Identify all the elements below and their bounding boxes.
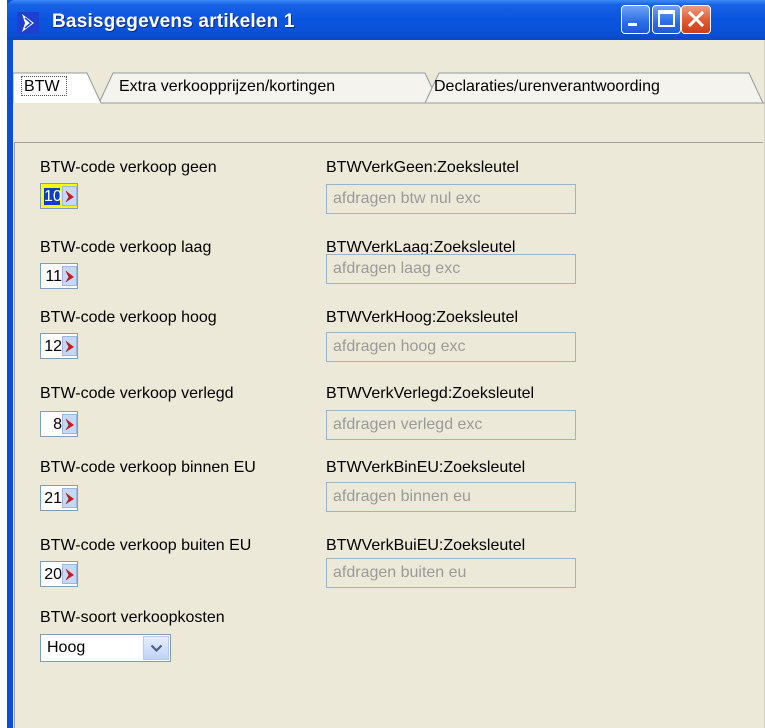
dialog-client-area: BTW Extra verkoopprijzen/kortingen Decla…	[13, 40, 765, 728]
code-value: 21	[44, 490, 62, 507]
btw-verkoop-binnen-eu-code-input[interactable]: 21	[40, 485, 78, 511]
code-value: 20	[44, 566, 62, 583]
description-value: afdragen btw nul exc	[333, 190, 481, 207]
label-btw-verkoop-hoog: BTW-code verkoop hoog	[40, 309, 217, 326]
maximize-icon	[658, 10, 675, 27]
lookup-button[interactable]	[62, 186, 77, 206]
description-value: afdragen binnen eu	[333, 488, 471, 505]
description-value: afdragen laag exc	[333, 260, 461, 277]
btw-verkoop-buiten-eu-code-input[interactable]: 20	[40, 561, 78, 587]
code-value: 12	[44, 338, 62, 355]
lookup-arrow-icon	[65, 340, 74, 353]
window-title: Basisgegevens artikelen 1	[52, 11, 295, 32]
title-bar[interactable]: Basisgegevens artikelen 1	[7, 0, 765, 40]
description-value: afdragen verlegd exc	[333, 416, 483, 433]
lookup-button[interactable]	[62, 564, 77, 584]
btw-verkgeen-description: afdragen btw nul exc	[326, 184, 576, 214]
btw-verkoop-verlegd-code-input[interactable]: 8	[40, 411, 78, 437]
lookup-arrow-icon	[65, 270, 74, 283]
btw-verkoop-geen-code-input[interactable]: 10	[40, 183, 78, 209]
label-btw-verkoop-buiten-eu: BTW-code verkoop buiten EU	[40, 537, 252, 554]
lookup-button[interactable]	[62, 336, 77, 356]
description-value: afdragen hoog exc	[333, 338, 466, 355]
btw-verkverlegd-description: afdragen verlegd exc	[326, 410, 576, 440]
minimize-icon	[628, 23, 637, 26]
btw-verkoop-hoog-code-input[interactable]: 12	[40, 333, 78, 359]
label-btw-verkgeen-zoeksleutel: BTWVerkGeen:Zoeksleutel	[326, 159, 519, 176]
label-btw-verkverlegd-zoeksleutel: BTWVerkVerlegd:Zoeksleutel	[326, 385, 535, 402]
lookup-arrow-icon	[65, 568, 74, 581]
tab-focus-indicator	[21, 76, 67, 96]
maximize-button[interactable]	[652, 5, 681, 34]
chevron-down-icon	[150, 644, 163, 653]
label-btw-verkhoog-zoeksleutel: BTWVerkHoog:Zoeksleutel	[326, 309, 519, 326]
app-icon[interactable]	[17, 12, 39, 34]
dropdown-button[interactable]	[143, 636, 169, 660]
btw-verklaag-description: afdragen laag exc	[326, 254, 576, 284]
code-value: 8	[53, 416, 62, 433]
lookup-button[interactable]	[62, 488, 77, 508]
code-value: 10	[44, 188, 62, 205]
lookup-arrow-icon	[65, 492, 74, 505]
tab-extra-verkoopprijzen[interactable]: Extra verkoopprijzen/kortingen	[119, 78, 335, 96]
close-icon	[687, 10, 705, 28]
lookup-button[interactable]	[62, 414, 77, 434]
label-btw-verkoop-binnen-eu: BTW-code verkoop binnen EU	[40, 459, 256, 476]
btw-soort-verkoopkosten-select[interactable]: Hoog	[40, 634, 171, 662]
close-button[interactable]	[681, 5, 711, 34]
label-btw-verkoop-verlegd: BTW-code verkoop verlegd	[40, 385, 234, 402]
select-value: Hoog	[47, 639, 86, 656]
tab-declaraties[interactable]: Declaraties/urenverantwoording	[434, 78, 660, 96]
label-btw-verkoop-laag: BTW-code verkoop laag	[40, 239, 212, 256]
lookup-arrow-icon	[65, 418, 74, 431]
description-value: afdragen buiten eu	[333, 564, 467, 581]
btw-verkoop-laag-code-input[interactable]: 11	[40, 263, 78, 289]
window: Basisgegevens artikelen 1 BTW Extra verk…	[7, 0, 765, 728]
btw-verkhoog-description: afdragen hoog exc	[326, 332, 576, 362]
code-value: 11	[45, 268, 62, 285]
btw-verkbineu-description: afdragen binnen eu	[326, 482, 576, 512]
minimize-button[interactable]	[621, 5, 650, 34]
label-btw-verkbineu-zoeksleutel: BTWVerkBinEU:Zoeksleutel	[326, 459, 526, 476]
btw-verkbuieu-description: afdragen buiten eu	[326, 558, 576, 588]
lookup-arrow-icon	[65, 190, 74, 203]
label-btw-verkoop-geen: BTW-code verkoop geen	[40, 159, 217, 176]
label-btw-soort-verkoopkosten: BTW-soort verkoopkosten	[40, 609, 225, 626]
label-btw-verkbuieu-zoeksleutel: BTWVerkBuiEU:Zoeksleutel	[326, 537, 526, 554]
lookup-button[interactable]	[62, 266, 77, 286]
